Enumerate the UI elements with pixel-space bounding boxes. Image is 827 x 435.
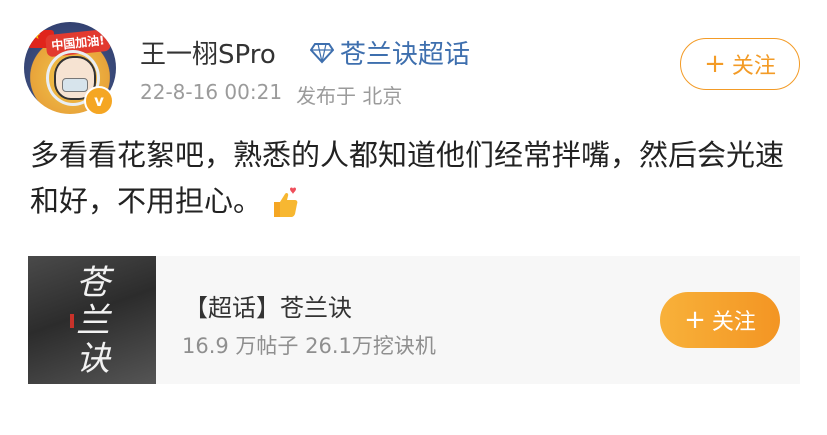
super-topic-card[interactable]: 苍兰诀 【超话】苍兰诀 16.9 万帖子 26.1万挖诀机 + 关注 (28, 256, 800, 384)
plus-icon: + (684, 305, 706, 335)
author-name[interactable]: 王一栩SPro (140, 34, 276, 71)
post-text: 多看看花絮吧，熟悉的人都知道他们经常拌嘴，然后会光速和好，不用担心。 (30, 132, 800, 224)
diamond-icon (310, 42, 334, 63)
super-topic-cover-image: 苍兰诀 (28, 256, 156, 384)
post-body: 多看看花絮吧，熟悉的人都知道他们经常拌嘴，然后会光速和好，不用担心。 (30, 138, 785, 218)
cover-calligraphy: 苍兰诀 (76, 263, 110, 379)
plus-icon: + (704, 49, 726, 79)
follow-label: 关注 (711, 310, 756, 335)
super-topic-link[interactable]: 苍兰诀超话 (310, 34, 470, 71)
super-topic-stats: 16.9 万帖子 26.1万挖诀机 (182, 334, 436, 358)
follow-author-button[interactable]: + 关注 (680, 38, 800, 90)
follow-super-topic-button[interactable]: + 关注 (660, 292, 780, 348)
cover-seal (70, 314, 74, 328)
post-meta: 22-8-16 00:21 发布于 北京 (140, 80, 402, 109)
super-topic-title: 【超话】苍兰诀 (184, 294, 352, 322)
post-location: 发布于 北京 (296, 84, 403, 108)
post-timestamp: 22-8-16 00:21 (140, 80, 283, 104)
thumbs-up-heart-icon (268, 186, 302, 220)
weibo-post: 中国加油! v 王一栩SPro 苍兰诀超话 22-8-16 00:21 发布于 … (0, 0, 827, 435)
super-topic-label: 苍兰诀超话 (340, 40, 471, 70)
follow-label: 关注 (731, 54, 776, 79)
verified-badge-icon: v (84, 86, 114, 116)
